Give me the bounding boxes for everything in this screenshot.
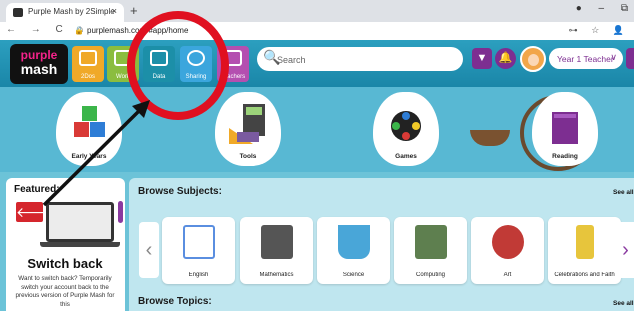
nav-2dos-label: 2Dos — [80, 74, 95, 80]
calculator-icon — [261, 225, 293, 259]
account-icon[interactable]: 👤 — [613, 25, 624, 35]
star-icon[interactable]: ☆ — [591, 25, 599, 35]
subjects-see-all-link[interactable]: See all — [613, 189, 634, 196]
chevron-down-icon: ∨ — [610, 52, 617, 62]
featured-heading[interactable]: Switch back — [8, 256, 122, 271]
restore-icon[interactable]: ⧉ — [621, 3, 628, 14]
purple-mash-logo[interactable]: purple mash — [10, 44, 68, 84]
featured-scrollbar[interactable] — [118, 201, 123, 223]
subject-label: English — [188, 272, 209, 278]
subject-card-computing[interactable]: Computing — [394, 217, 467, 284]
search-box[interactable]: 🔍 Search — [257, 47, 463, 71]
browse-topics-title: Browse Topics: — [138, 296, 212, 307]
subject-card-english[interactable]: English — [162, 217, 235, 284]
window-controls: ● – ⧉ — [562, 3, 628, 14]
browser-tab[interactable]: Purple Mash by 2Simple × — [6, 3, 124, 22]
user-label: Year 1 Teacher — [557, 54, 614, 64]
carousel-prev-button[interactable]: ‹ — [139, 222, 159, 278]
browse-subjects-title: Browse Subjects: — [138, 186, 222, 197]
clipboard-icon — [79, 50, 97, 66]
new-tab-button[interactable]: + — [130, 3, 138, 18]
purple-mash-favicon-icon — [13, 8, 23, 17]
subject-label: Science — [342, 272, 365, 278]
subject-label: Celebrations and Faith — [554, 272, 615, 278]
category-label: Reading — [552, 153, 578, 160]
blocks-icon — [74, 106, 105, 137]
profile-dot-icon[interactable]: ● — [576, 3, 582, 14]
featured-description: Want to switch back? Temporarily switch … — [15, 275, 115, 308]
address-bar-actions: ⊶ ☆ 👤 — [558, 25, 624, 36]
subject-label: Computing — [415, 272, 445, 278]
search-placeholder: Search — [277, 55, 306, 65]
laptop-base — [40, 242, 120, 247]
book-button[interactable] — [626, 48, 634, 69]
category-tools[interactable]: Tools — [215, 92, 281, 166]
notebook-icon — [183, 225, 215, 259]
tab-title: Purple Mash by 2Simple — [28, 7, 115, 16]
featured-title: Featured: — [14, 184, 60, 195]
back-arrow-icon[interactable]: 🡐 — [16, 202, 54, 222]
tab-close-icon[interactable]: × — [112, 6, 117, 16]
laptop-illustration[interactable] — [40, 202, 120, 247]
logo-text-bottom: mash — [20, 61, 58, 77]
palette-icon — [492, 225, 524, 259]
tools-icon — [229, 104, 265, 144]
user-menu-button[interactable]: Year 1 Teacher ∨ — [549, 48, 623, 69]
candle-icon — [576, 225, 594, 259]
subject-card-mathematics[interactable]: Mathematics — [240, 217, 313, 284]
annotation-circle — [127, 11, 229, 120]
monitor-icon — [415, 225, 447, 259]
nav-2dos[interactable]: 2Dos — [72, 46, 104, 82]
subject-label: Art — [503, 272, 512, 278]
category-early-years[interactable]: Early Years — [56, 92, 122, 166]
avatar-face-icon — [528, 54, 539, 66]
category-games[interactable]: Games — [373, 92, 439, 166]
category-label: Early Years — [71, 153, 107, 160]
minimize-icon[interactable]: – — [599, 3, 605, 14]
flask-icon — [338, 225, 370, 259]
category-label: Tools — [239, 153, 257, 160]
avatar[interactable] — [520, 46, 546, 72]
gamepad-icon — [391, 111, 421, 141]
subject-card-celebrations-and-faith[interactable]: Celebrations and Faith — [548, 217, 621, 284]
subject-card-art[interactable]: Art — [471, 217, 544, 284]
lock-icon[interactable]: 🔒 — [74, 26, 84, 35]
category-label: Games — [395, 153, 417, 160]
category-reading[interactable]: Reading — [532, 92, 598, 166]
topics-see-all-link[interactable]: See all — [613, 300, 634, 307]
carousel-next-button[interactable]: › — [617, 222, 634, 278]
book-icon — [552, 112, 578, 144]
key-icon[interactable]: ⊶ — [569, 25, 578, 35]
bell-icon[interactable]: 🔔 — [495, 48, 516, 69]
filter-button[interactable]: ▼ — [472, 48, 492, 69]
subject-card-science[interactable]: Science — [317, 217, 390, 284]
subject-label: Mathematics — [259, 272, 294, 278]
